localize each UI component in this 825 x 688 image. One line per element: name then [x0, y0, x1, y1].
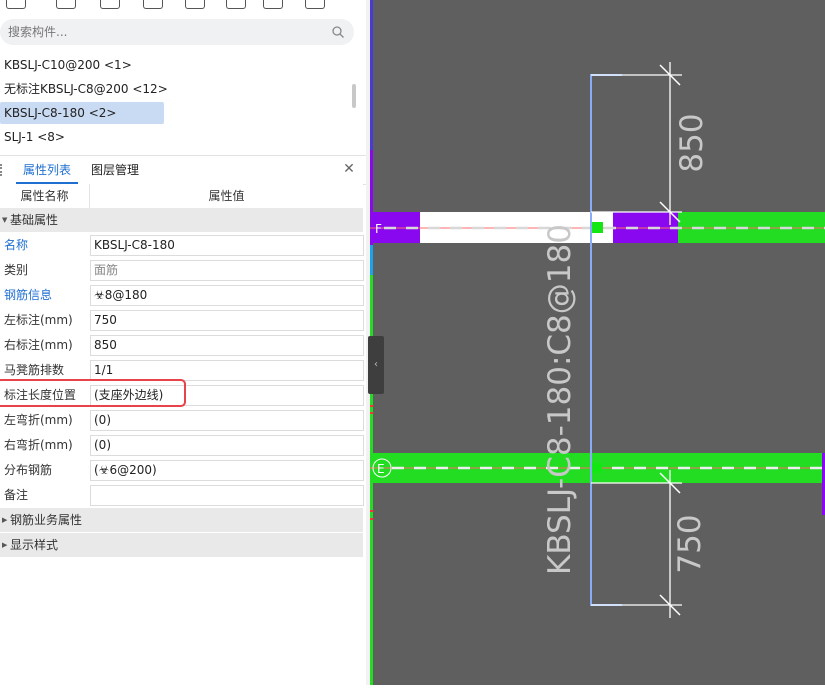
left-panel: KBSLJ-C10@200 <1> 无标注KBSLJ-C8@200 <12> K…: [0, 0, 366, 685]
edge-tick: [370, 405, 373, 407]
property-value-field[interactable]: 750: [90, 310, 364, 331]
property-row-left-mark: 左标注(mm) 750: [0, 308, 364, 333]
group-label: 基础属性: [10, 213, 59, 227]
property-value-field[interactable]: 面筋: [90, 260, 364, 281]
group-label: 显示样式: [10, 538, 59, 552]
property-label: 名称: [4, 238, 29, 252]
collapse-panel-handle[interactable]: ‹: [368, 336, 384, 394]
property-row-right-mark: 右标注(mm) 850: [0, 333, 364, 358]
toolbar: [0, 0, 366, 12]
property-value-field[interactable]: [90, 485, 364, 506]
property-value-field[interactable]: (0): [90, 435, 364, 456]
collapse-triangle-icon: ▶: [2, 541, 8, 549]
list-item-selected[interactable]: KBSLJ-C8-180 <2>: [0, 102, 164, 124]
property-row-remark: 备注: [0, 483, 364, 508]
property-row-right-bend: 右弯折(mm) (0): [0, 433, 364, 458]
canvas-background: [370, 0, 825, 685]
grip-point-icon[interactable]: [592, 222, 603, 233]
property-value-field[interactable]: KBSLJ-C8-180: [90, 235, 364, 256]
group-display-style[interactable]: ▶ 显示样式: [0, 533, 363, 557]
property-label: 左标注(mm): [4, 313, 73, 327]
highlight-annotation: [0, 379, 186, 407]
expand-triangle-icon: ▼: [2, 216, 8, 224]
drawing-svg[interactable]: F E 850 750 KBSLJ-C8-180:C8@180: [370, 0, 825, 685]
edge-strip: [370, 245, 373, 275]
beam-f-label: F: [375, 222, 382, 236]
list-item[interactable]: KBSLJ-C10@200 <1>: [0, 54, 132, 76]
property-label: 右标注(mm): [4, 338, 73, 352]
column-header-value: 属性值: [208, 189, 245, 203]
property-label: 钢筋信息: [4, 288, 53, 302]
chevron-left-icon: ‹: [374, 359, 378, 370]
dimension-text-bottom: 750: [672, 514, 708, 573]
beam-e-label: E: [377, 462, 385, 476]
list-item[interactable]: 无标注KBSLJ-C8@200 <12>: [0, 78, 168, 100]
close-icon[interactable]: ✕: [342, 162, 356, 176]
property-row-name: 名称 KBSLJ-C8-180: [0, 233, 364, 258]
list-item[interactable]: SLJ-1 <8>: [0, 126, 65, 148]
edge-strip: [370, 0, 373, 150]
property-label: 左弯折(mm): [4, 413, 73, 427]
search-box[interactable]: [0, 19, 354, 45]
toolbar-duplicate-icon[interactable]: [143, 0, 163, 9]
property-value-field[interactable]: (☣6@200): [90, 460, 364, 481]
search-input[interactable]: [8, 24, 308, 40]
toolbar-layer-icon[interactable]: [263, 0, 283, 9]
toolbar-export-icon[interactable]: [226, 0, 246, 9]
property-value-field[interactable]: (0): [90, 410, 364, 431]
property-row-rebar-info: 钢筋信息 ☣8@180: [0, 283, 364, 308]
dimension-text-top: 850: [674, 113, 710, 172]
column-header-name: 属性名称: [0, 184, 90, 208]
group-label: 钢筋业务属性: [10, 513, 83, 527]
toolbar-delete-icon[interactable]: [100, 0, 120, 9]
toolbar-copy-icon[interactable]: [56, 0, 76, 9]
property-table-header: 属性名称 属性值: [0, 184, 363, 209]
property-label: 备注: [4, 488, 29, 502]
group-rebar-business-properties[interactable]: ▶ 钢筋业务属性: [0, 508, 363, 532]
grip-point-icon[interactable]: [592, 463, 602, 473]
toolbar-new-icon[interactable]: [6, 0, 26, 9]
property-label: 类别: [4, 263, 29, 277]
property-label: 右弯折(mm): [4, 438, 73, 452]
tab-layers[interactable]: 图层管理: [84, 156, 146, 184]
property-row-category: 类别 面筋: [0, 258, 364, 283]
tab-properties[interactable]: 属性列表: [16, 156, 78, 184]
drawing-canvas[interactable]: F E 850 750 KBSLJ-C8-180:C8@180: [370, 0, 825, 685]
group-basic-properties[interactable]: ▼ 基础属性: [0, 208, 363, 232]
edge-tick: [370, 518, 373, 520]
property-row-distribution: 分布钢筋 (☣6@200): [0, 458, 364, 483]
property-row-left-bend: 左弯折(mm) (0): [0, 408, 364, 433]
tab-bar: 属性列表 图层管理 ✕: [0, 155, 366, 185]
property-value-field[interactable]: 1/1: [90, 360, 364, 381]
edge-tick: [370, 510, 373, 512]
drag-grip-icon[interactable]: [0, 164, 5, 176]
toolbar-filter-icon[interactable]: [305, 0, 325, 9]
list-scrollbar[interactable]: [352, 84, 356, 108]
edge-tick: [370, 412, 373, 414]
property-value-field[interactable]: ☣8@180: [90, 285, 364, 306]
property-value-field[interactable]: 850: [90, 335, 364, 356]
toolbar-rename-icon[interactable]: [185, 0, 205, 9]
property-label: 分布钢筋: [4, 463, 53, 477]
rebar-label: KBSLJ-C8-180:C8@180: [542, 224, 578, 575]
collapse-triangle-icon: ▶: [2, 516, 8, 524]
search-icon[interactable]: [331, 25, 345, 39]
